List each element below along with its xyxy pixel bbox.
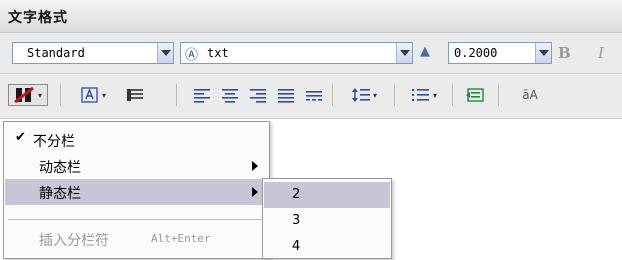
submenu-item-4[interactable]: 4 <box>264 234 390 260</box>
justify-button[interactable] <box>274 84 298 106</box>
distribute-button[interactable] <box>302 84 326 106</box>
text-height-icon: ▲ <box>420 44 430 59</box>
edit-toolbar: ▾ ▾ ▾ ▾ āA <box>0 74 622 119</box>
static-columns-submenu: 2 3 4 <box>262 178 392 259</box>
menu-item-shortcut: Alt+Enter <box>151 232 211 245</box>
menu-item-no-columns[interactable]: ✔ 不分栏 <box>5 127 268 153</box>
text-frame-button[interactable]: ▾ <box>74 84 112 106</box>
submenu-arrow-icon <box>252 187 258 197</box>
submenu-item-label: 4 <box>292 239 301 254</box>
text-height-input[interactable]: 0.2000 <box>448 42 552 64</box>
columns-button[interactable]: ▾ <box>8 84 48 106</box>
bold-button[interactable]: B <box>558 44 571 62</box>
window-title: 文字格式 <box>8 10 68 26</box>
italic-button[interactable]: I <box>598 44 604 62</box>
font-glyph-icon: Ⓐ <box>185 48 199 63</box>
font-select-value: txt <box>207 46 229 60</box>
submenu-item-label: 3 <box>292 213 301 228</box>
menu-item-label: 插入分栏符 <box>39 233 109 249</box>
uppercase-icon: āA <box>522 88 538 102</box>
submenu-item-2[interactable]: 2 <box>264 182 390 208</box>
menu-item-static-columns[interactable]: 静态栏 <box>5 179 268 205</box>
submenu-arrow-icon <box>252 161 258 171</box>
format-toolbar: Standard Ⓐ txt ▲ 0.2000 B I <box>0 33 622 74</box>
checkmark-icon: ✔ <box>15 130 26 145</box>
menu-item-dynamic-columns[interactable]: 动态栏 <box>5 153 268 179</box>
align-left-button[interactable] <box>190 84 214 106</box>
align-left-icon <box>194 89 210 103</box>
bullet-list-button[interactable]: ▾ <box>404 84 444 106</box>
bullet-list-icon <box>411 89 429 101</box>
text-height-value: 0.2000 <box>454 46 498 60</box>
font-select[interactable]: Ⓐ txt <box>180 42 413 64</box>
paragraph-button[interactable] <box>122 84 148 106</box>
distribute-icon <box>306 91 322 101</box>
menu-item-insert-column-break: 插入分栏符 Alt+Enter <box>5 226 268 252</box>
font-dropdown-button[interactable] <box>396 43 412 63</box>
columns-icon <box>14 86 34 104</box>
toolbar-divider <box>498 84 499 106</box>
align-center-icon <box>222 89 238 103</box>
style-dropdown-button[interactable] <box>157 43 173 63</box>
title-bar: 文字格式 <box>0 0 622 33</box>
toolbar-divider <box>452 84 453 106</box>
submenu-item-3[interactable]: 3 <box>264 208 390 234</box>
insert-field-icon <box>466 88 484 102</box>
chevron-down-icon: ▾ <box>372 90 377 100</box>
menu-item-label: 动态栏 <box>39 160 81 176</box>
style-select[interactable]: Standard <box>12 42 174 64</box>
text-height-dropdown-button[interactable] <box>535 43 551 63</box>
chevron-down-icon: ▾ <box>432 90 437 100</box>
text-frame-icon <box>81 87 98 103</box>
insert-field-button[interactable] <box>462 84 488 106</box>
menu-item-label: 不分栏 <box>33 134 75 150</box>
line-spacing-button[interactable]: ▾ <box>344 84 384 106</box>
align-center-button[interactable] <box>218 84 242 106</box>
toolbar-divider <box>394 84 395 106</box>
align-right-icon <box>250 89 266 103</box>
menu-item-label: 静态栏 <box>39 186 81 202</box>
chevron-down-icon: ▾ <box>37 90 42 100</box>
chevron-down-icon: ▾ <box>101 90 106 100</box>
justify-icon <box>278 89 294 103</box>
menu-separator <box>8 219 265 220</box>
uppercase-button[interactable]: āA <box>510 84 550 106</box>
toolbar-divider <box>332 84 333 106</box>
columns-menu: ✔ 不分栏 动态栏 静态栏 插入分栏符 Alt+Enter <box>3 121 270 259</box>
align-right-button[interactable] <box>246 84 270 106</box>
line-spacing-icon <box>351 88 370 102</box>
toolbar-divider <box>176 84 177 106</box>
style-select-value: Standard <box>27 46 85 60</box>
toolbar-divider <box>60 84 61 106</box>
submenu-item-label: 2 <box>292 187 301 202</box>
paragraph-icon <box>127 89 143 101</box>
